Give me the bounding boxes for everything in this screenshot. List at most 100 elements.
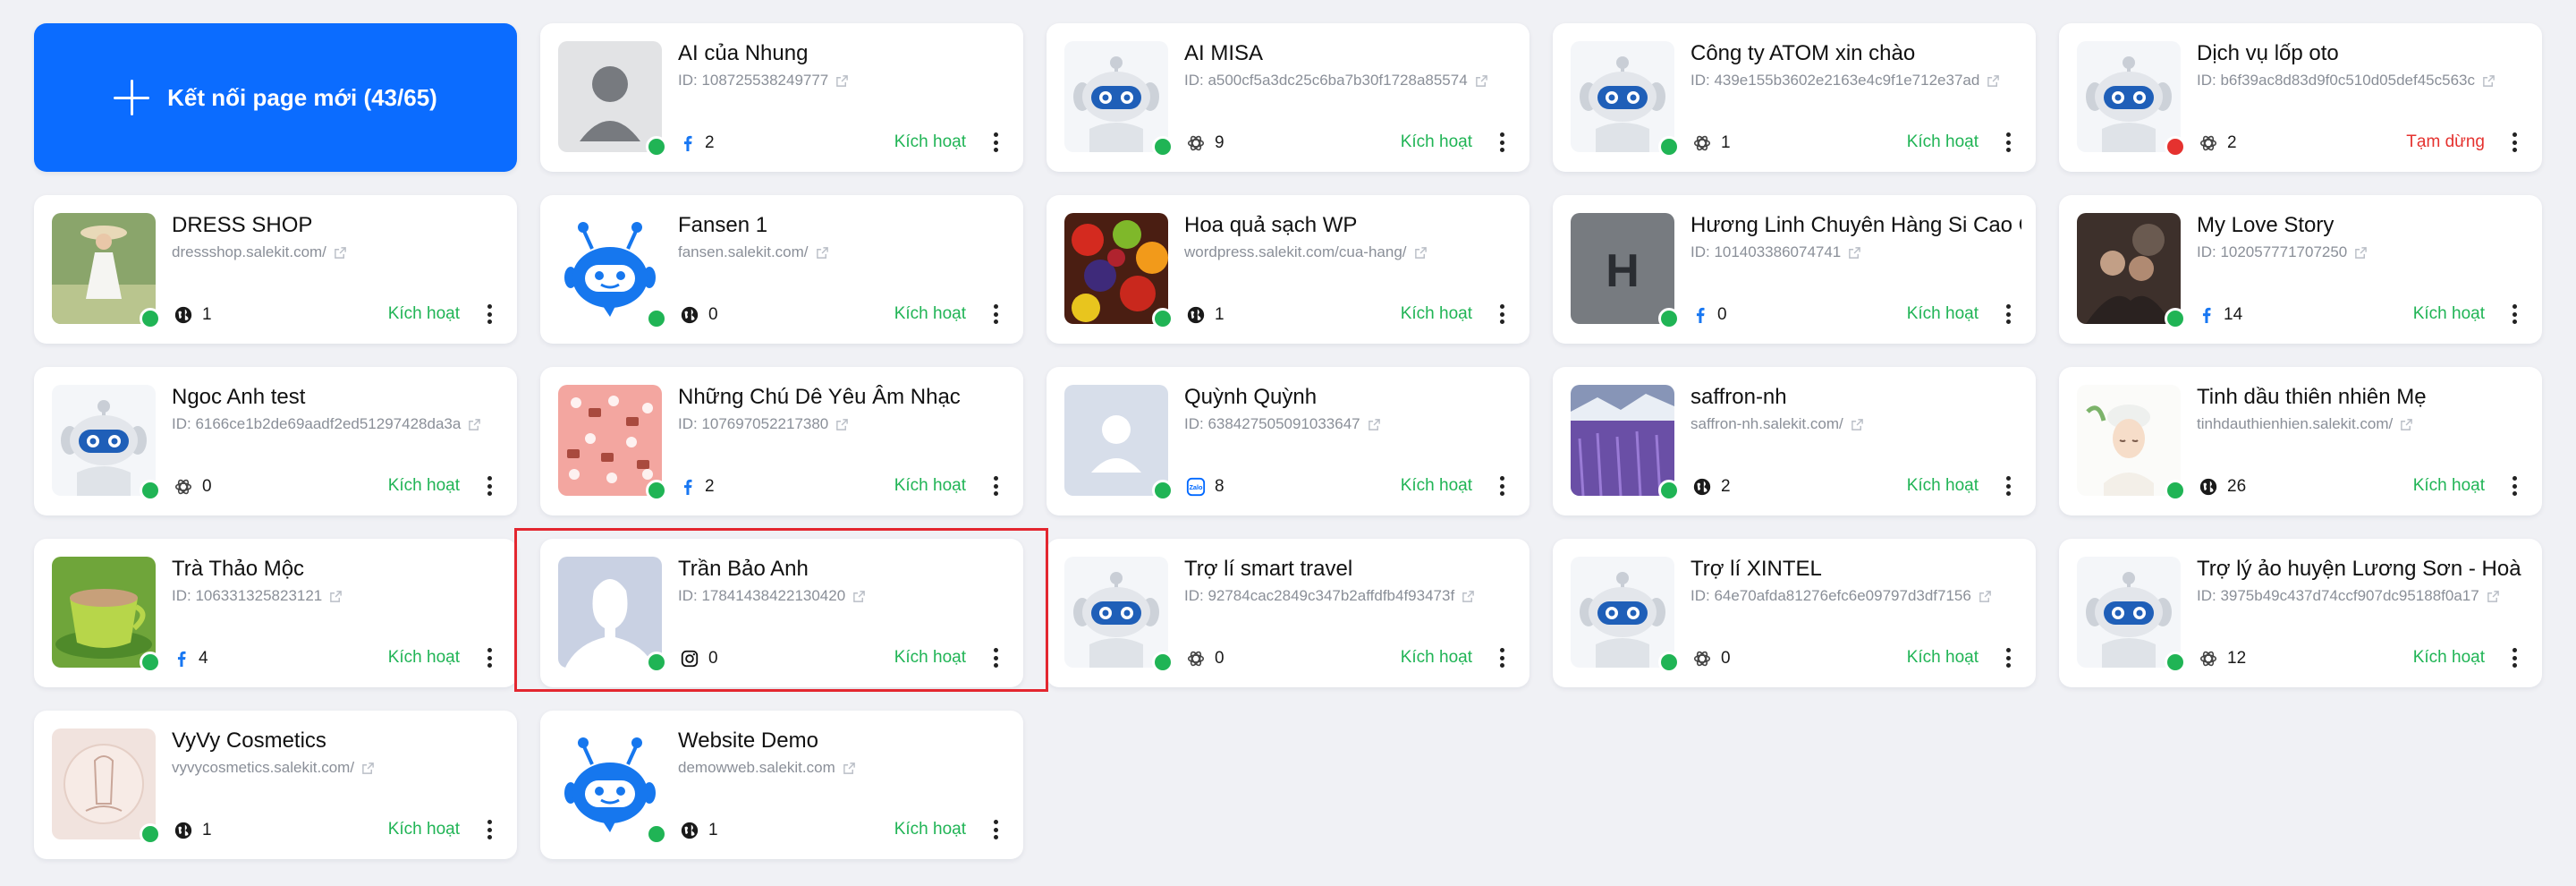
status-label[interactable]: Kích hoạt — [894, 476, 966, 496]
page-identifier: ID: 106331325823121 — [172, 587, 503, 605]
status-label[interactable]: Kích hoạt — [388, 648, 460, 668]
more-options-icon[interactable] — [481, 473, 497, 499]
more-options-icon[interactable] — [1494, 129, 1510, 156]
external-link-icon[interactable] — [1414, 246, 1428, 260]
more-options-icon[interactable] — [987, 301, 1004, 328]
status-label[interactable]: Kích hoạt — [1907, 476, 1979, 496]
page-card[interactable]: Ngoc Anh test ID: 6166ce1b2de69aadf2ed512… — [34, 367, 517, 515]
status-label[interactable]: Kích hoạt — [388, 820, 460, 839]
external-link-icon[interactable] — [361, 762, 375, 775]
status-label[interactable]: Kích hoạt — [1401, 476, 1472, 496]
more-options-icon[interactable] — [987, 473, 1004, 499]
page-avatar — [1064, 41, 1174, 158]
page-name: Trợ lí smart travel — [1184, 557, 1353, 581]
openai-icon — [1187, 651, 1205, 667]
page-card[interactable]: VyVy Cosmetics vyvycosmetics.salekit.com/… — [34, 711, 517, 859]
more-options-icon[interactable] — [2000, 129, 2016, 156]
status-label[interactable]: Kích hoạt — [894, 304, 966, 324]
external-link-icon[interactable] — [2400, 418, 2413, 431]
channel-count: 0 — [708, 305, 718, 324]
page-card[interactable]: Tinh dầu thiên nhiên Mẹ tinhdauthienhien.… — [2059, 367, 2542, 515]
more-options-icon[interactable] — [1494, 644, 1510, 671]
more-options-icon[interactable] — [2506, 129, 2522, 156]
status-label[interactable]: Kích hoạt — [894, 820, 966, 839]
status-label[interactable]: Kích hoạt — [388, 476, 460, 496]
status-label[interactable]: Kích hoạt — [894, 132, 966, 152]
external-link-icon[interactable] — [843, 762, 856, 775]
page-card[interactable]: Trợ lý ảo huyện Lương Sơn - Hoà Bình ID: … — [2059, 539, 2542, 687]
external-link-icon[interactable] — [1368, 418, 1381, 431]
more-options-icon[interactable] — [2506, 301, 2522, 328]
page-card[interactable]: Dịch vụ lốp oto ID: b6f39ac8d83d9f0c510d0… — [2059, 23, 2542, 172]
facebook-icon — [683, 479, 692, 495]
external-link-icon[interactable] — [835, 74, 849, 88]
page-card[interactable]: Công ty ATOM xin chào ID: 439e155b3602e21… — [1553, 23, 2036, 172]
connect-new-page-button[interactable]: Kết nối page mới (43/65) — [34, 23, 517, 172]
page-card[interactable]: Quỳnh Quỳnh ID: 638427505091033647 Zalo 8 Kí… — [1046, 367, 1530, 515]
page-card[interactable]: Website Demo demowweb.salekit.com 1 Kích ho… — [540, 711, 1023, 859]
instagram-icon — [681, 650, 699, 668]
external-link-icon[interactable] — [2354, 246, 2368, 260]
status-label[interactable]: Kích hoạt — [2413, 304, 2485, 324]
external-link-icon[interactable] — [1462, 590, 1475, 603]
status-label[interactable]: Kích hoạt — [2413, 648, 2485, 668]
status-label[interactable]: Kích hoạt — [1907, 304, 1979, 324]
external-link-icon[interactable] — [334, 246, 347, 260]
external-link-icon[interactable] — [852, 590, 866, 603]
more-options-icon[interactable] — [2000, 301, 2016, 328]
more-options-icon[interactable] — [481, 816, 497, 843]
page-card[interactable]: Trợ lí XINTEL ID: 64e70afda81276efc6e0979… — [1553, 539, 2036, 687]
status-label[interactable]: Kích hoạt — [894, 648, 966, 668]
more-options-icon[interactable] — [2506, 644, 2522, 671]
more-options-icon[interactable] — [2000, 473, 2016, 499]
more-options-icon[interactable] — [987, 816, 1004, 843]
page-card[interactable]: saffron-nh saffron-nh.salekit.com/2 Kích h… — [1553, 367, 2036, 515]
external-link-icon[interactable] — [1851, 418, 1864, 431]
external-link-icon[interactable] — [2487, 590, 2500, 603]
avatar-image — [1064, 557, 1168, 668]
external-link-icon[interactable] — [1475, 74, 1488, 88]
more-options-icon[interactable] — [987, 129, 1004, 156]
external-link-icon[interactable] — [329, 590, 343, 603]
status-label[interactable]: Kích hoạt — [1401, 304, 1472, 324]
page-card[interactable]: Những Chú Dê Yêu Âm Nhạc ID: 107697052217… — [540, 367, 1023, 515]
status-indicator — [2165, 480, 2186, 501]
more-options-icon[interactable] — [1494, 301, 1510, 328]
status-label[interactable]: Tạm dừng — [2406, 132, 2485, 152]
more-options-icon[interactable] — [481, 644, 497, 671]
more-options-icon[interactable] — [1494, 473, 1510, 499]
page-name: VyVy Cosmetics — [172, 728, 326, 753]
external-link-icon[interactable] — [1987, 74, 2000, 88]
external-link-icon[interactable] — [2482, 74, 2496, 88]
page-card[interactable]: Trần Bảo Anh ID: 17841438422130420 0 Kích h… — [540, 539, 1023, 687]
more-options-icon[interactable] — [987, 644, 1004, 671]
status-label[interactable]: Kích hoạt — [1907, 648, 1979, 668]
page-card[interactable]: Fansen 1 fansen.salekit.com/0 Kích hoạt — [540, 195, 1023, 344]
status-label[interactable]: Kích hoạt — [1401, 132, 1472, 152]
status-indicator — [1658, 480, 1680, 501]
status-label[interactable]: Kích hoạt — [2413, 476, 2485, 496]
more-options-icon[interactable] — [2000, 644, 2016, 671]
page-card[interactable]: Hoa quả sạch WP wordpress.salekit.com/cua… — [1046, 195, 1530, 344]
page-card[interactable]: My Love Story ID: 102057771707250 14 Kích h… — [2059, 195, 2542, 344]
more-options-icon[interactable] — [481, 301, 497, 328]
status-label[interactable]: Kích hoạt — [388, 304, 460, 324]
external-link-icon[interactable] — [468, 418, 481, 431]
status-label[interactable]: Kích hoạt — [1907, 132, 1979, 152]
page-card[interactable]: Trợ lí smart travel ID: 92784cac2849c347b… — [1046, 539, 1530, 687]
more-options-icon[interactable] — [2506, 473, 2522, 499]
page-card[interactable]: H Hương Linh Chuyên Hàng Si Cao Cấp ID: 10… — [1553, 195, 2036, 344]
external-link-icon[interactable] — [1979, 590, 1992, 603]
page-card[interactable]: AI MISA ID: a500cf5a3dc25c6ba7b30f1728a85… — [1046, 23, 1530, 172]
page-card[interactable]: AI của Nhung ID: 108725538249777 2 Kích hoạ… — [540, 23, 1023, 172]
channel-count: 0 — [1215, 649, 1224, 668]
external-link-icon[interactable] — [1848, 246, 1861, 260]
page-identifier-text: ID: a500cf5a3dc25c6ba7b30f1728a85574 — [1184, 72, 1468, 89]
external-link-icon[interactable] — [835, 418, 849, 431]
channel-count: 4 — [199, 649, 208, 668]
avatar-image — [558, 213, 662, 324]
status-label[interactable]: Kích hoạt — [1401, 648, 1472, 668]
external-link-icon[interactable] — [816, 246, 829, 260]
page-card[interactable]: Trà Thảo Mộc ID: 106331325823121 4 Kích hoạ… — [34, 539, 517, 687]
page-card[interactable]: DRESS SHOP dressshop.salekit.com/1 Kích ho… — [34, 195, 517, 344]
